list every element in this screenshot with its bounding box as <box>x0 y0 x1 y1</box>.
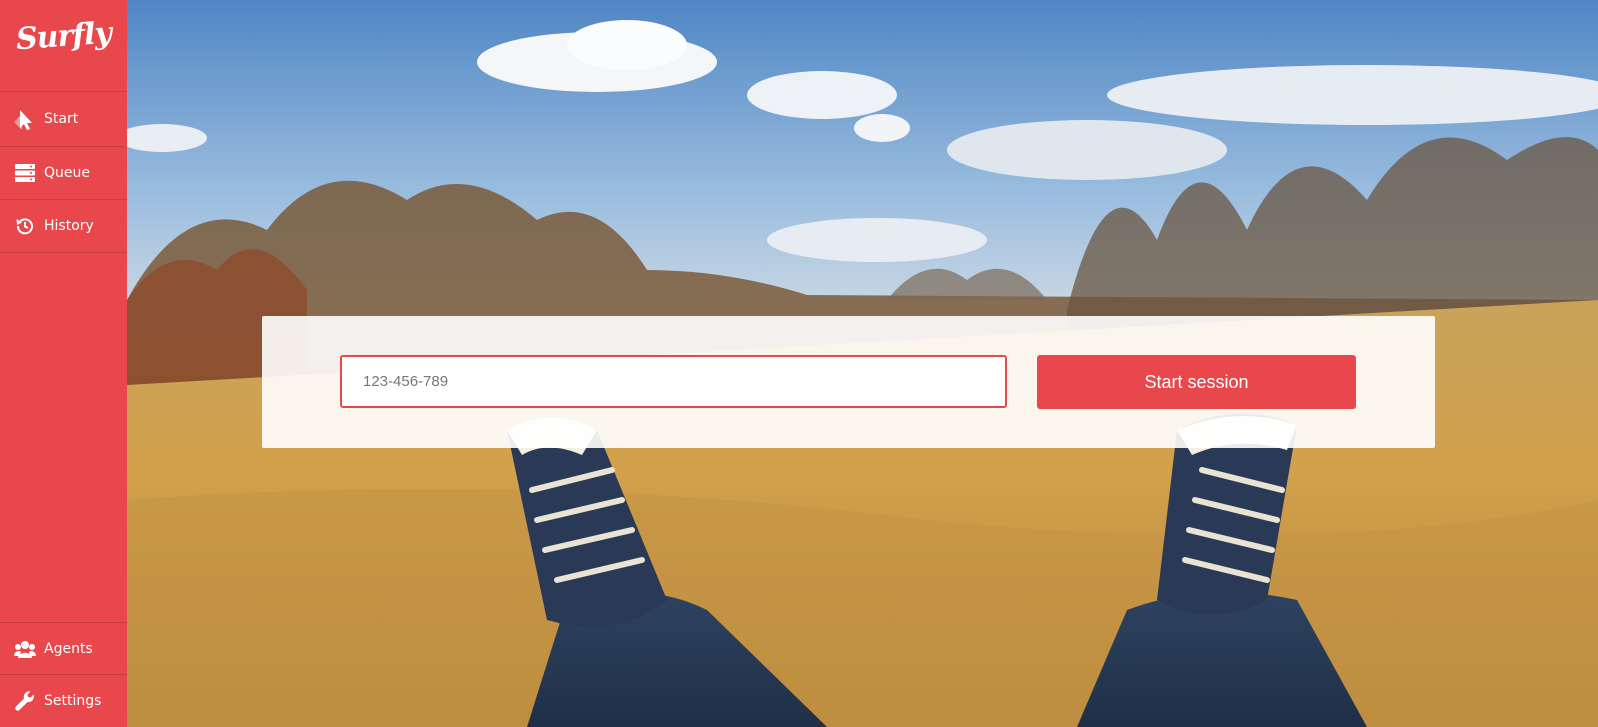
sidebar-item-label: Start <box>44 111 79 127</box>
sidebar-item-history[interactable]: History <box>0 200 127 253</box>
logo[interactable]: Surfly <box>0 0 127 92</box>
session-panel: Start session <box>262 316 1435 448</box>
sidebar-item-start[interactable]: Start <box>0 92 127 147</box>
sidebar-item-settings[interactable]: Settings <box>0 675 127 727</box>
app-window: Surfly Start Queue History Agents Settin… <box>0 0 1598 727</box>
start-session-button[interactable]: Start session <box>1037 355 1356 409</box>
cursor-icon <box>14 109 36 130</box>
main-area: Start session <box>127 0 1598 727</box>
sidebar-item-label: Agents <box>44 640 93 657</box>
sidebar-item-label: Settings <box>44 693 102 709</box>
sidebar-item-label: Queue <box>44 165 90 181</box>
users-icon <box>14 639 36 659</box>
logo-text: Surfly <box>14 15 113 58</box>
sidebar: Surfly Start Queue History Agents Settin… <box>0 0 127 727</box>
sidebar-bottom-nav: Agents Settings <box>0 622 127 727</box>
wrench-icon <box>14 691 36 711</box>
sidebar-item-agents[interactable]: Agents <box>0 623 127 675</box>
sidebar-item-queue[interactable]: Queue <box>0 147 127 200</box>
session-code-input[interactable] <box>340 355 1007 408</box>
sidebar-item-label: History <box>44 218 94 234</box>
server-stack-icon <box>14 163 36 183</box>
history-icon <box>14 216 36 236</box>
